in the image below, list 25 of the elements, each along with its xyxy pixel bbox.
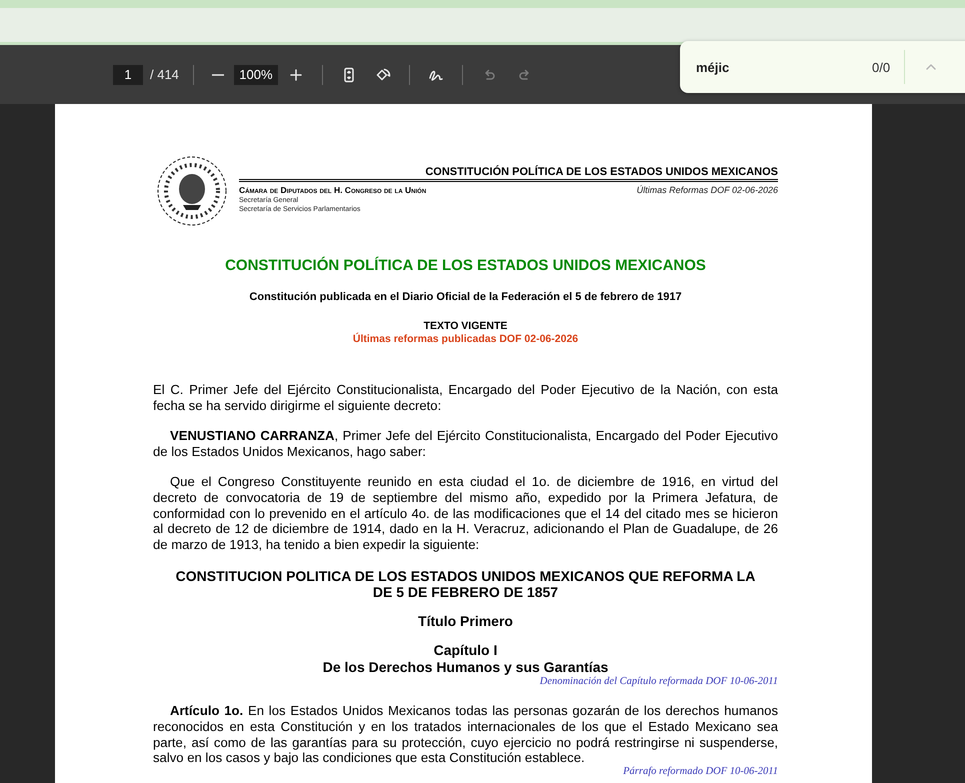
page-count: / 414 — [150, 67, 179, 82]
chapter-title: Capítulo I — [432, 642, 498, 658]
constitution-heading: CONSTITUCION POLITICA DE LOS ESTADOS UNIDOS MEXICANOS QUE REFORMA LA DE 5 DE FEBRERO DE 1857 — [174, 568, 756, 600]
plus-icon — [288, 66, 304, 82]
rotate-icon — [374, 66, 391, 82]
publication-line: Constitución publicada en el Diario Oficial de la Federación el 5 de febrero de 1917 — [248, 291, 683, 303]
reform-note: Denominación del Capítulo reformada DOF 10-06-2011 — [538, 676, 778, 688]
chamber-name: Cámara de Diputados del H. Congreso de la Unión — [239, 185, 426, 195]
page-number-field[interactable]: 1 — [113, 64, 143, 84]
reform-date: Últimas reformas publicadas DOF 02-06-2026 — [352, 333, 580, 345]
paragraph: VENUSTIANO CARRANZA, Primer Jefe del Ejército Constitucionalista, Encargado del Poder Ejecutivo de los Estados Unidos Mexicanos, hago saber: — [153, 428, 778, 460]
header-reform-date: Últimas Reformas DOF 02-06-2026 — [636, 185, 778, 197]
find-field[interactable]: méjic — [696, 60, 846, 74]
reform-note: Párrafo reformado DOF 10-06-2011 — [622, 766, 778, 778]
minus-icon — [212, 74, 224, 76]
zoom-field[interactable]: 100% — [234, 64, 278, 84]
text-label: TEXTO VIGENTE — [422, 320, 508, 332]
match-count: 0/0 — [872, 60, 890, 74]
chapter-name: De los Derechos Humanos y sus Garantías — [322, 659, 610, 676]
paragraph: El C. Primer Jefe del Ejército Constitucionalista, Encargado del Poder Ejecutivo de la Nación, con esta fecha se ha servido dirigirme el siguiente decreto: — [153, 382, 778, 414]
section-title: Título Primero — [417, 613, 514, 630]
header-title: CONSTITUCIÓN POLÍTICA DE LOS ESTADOS UNIDOS MEXICANOS — [239, 166, 778, 182]
paragraph: Artículo 1o. En los Estados Unidos Mexicanos todas las personas gozarán de los derechos humanos reconocidos en esta Constitución y en los tratados internacionales de los que el Estado Mexicano sea parte, así como de las garantías para su protección, cuyo ejercicio no podrá restringirse ni suspenderse, salvo en los casos y bajo las condiciones que esta Constitución establece. — [153, 703, 778, 766]
paragraph: Que el Congreso Constituyente reunido en esta ciudad el 1o. de diciembre de 1916, en virtud del decreto de convocatoria de 19 de septiembre del mismo año, expedido por la Primera Jefatura, de conformidad con lo prevenido en el artículo 4o. de las modificaciones que el 14 del citado mes se hicieron al decreto de 12 de diciembre de 1914, dado en la H. Veracruz, adicionando el Plan de Guadalupe, de 26 de marzo de 1913, ha tenido a bien expedir la siguiente: — [153, 474, 778, 552]
document-title: CONSTITUCIÓN POLÍTICA DE LOS ESTADOS UNIDOS MEXICANOS — [224, 257, 707, 274]
